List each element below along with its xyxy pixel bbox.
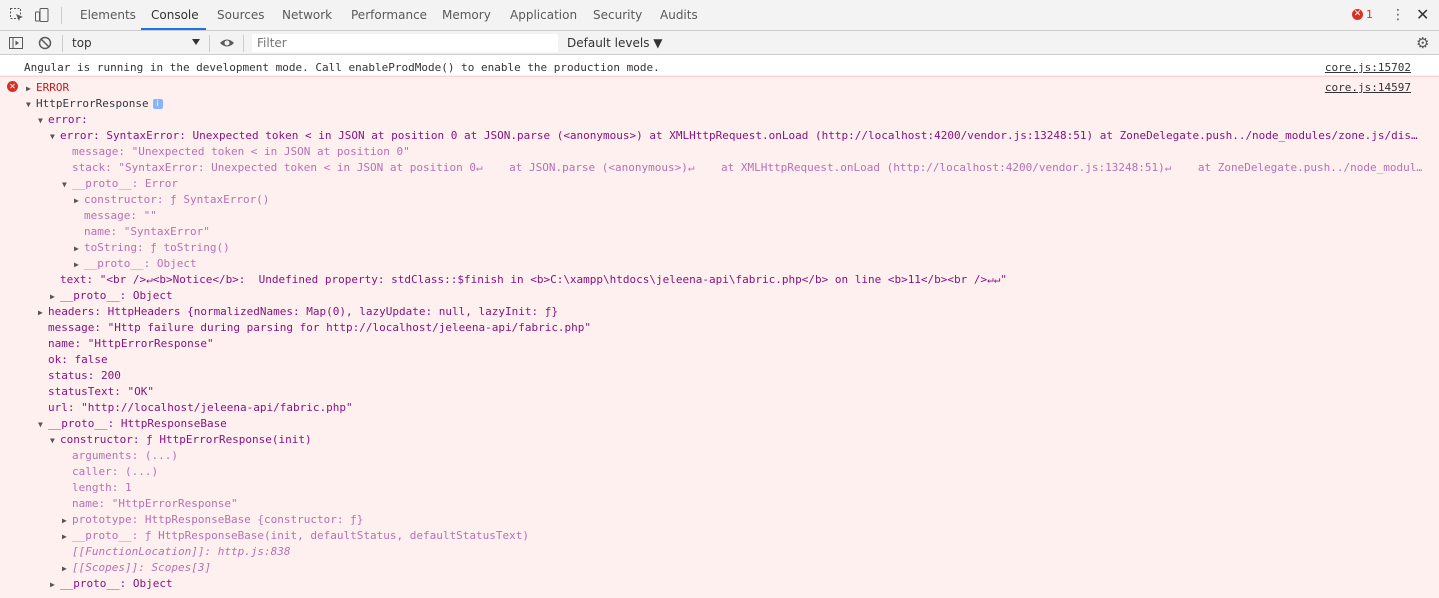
toolbar-divider xyxy=(209,35,210,52)
tree-row: message: "Http failure during parsing fo… xyxy=(48,321,592,334)
devtools-tabbar: Elements Console Sources Network Perform… xyxy=(0,0,1439,31)
error-source-link[interactable]: core.js:14597 xyxy=(1325,80,1411,96)
tab-console[interactable]: Console xyxy=(151,0,199,31)
tree-row: name: "HttpErrorResponse" xyxy=(48,337,214,350)
console-message-error: ✕ core.js:14597 ▶ ERROR ▼ HttpErrorRespons… xyxy=(0,76,1439,598)
tree-row[interactable]: ▶ __proto__: Object xyxy=(50,576,173,592)
inspect-element-icon[interactable] xyxy=(9,7,25,23)
gear-icon[interactable]: ⚙ xyxy=(1416,35,1429,51)
device-toolbar-icon[interactable] xyxy=(34,7,50,23)
expand-triangle-icon[interactable]: ▶ xyxy=(62,513,72,528)
expand-triangle-icon[interactable]: ▶ xyxy=(62,561,72,576)
collapse-triangle-icon[interactable]: ▼ xyxy=(50,129,60,144)
filter-input[interactable] xyxy=(252,34,558,52)
tree-row[interactable]: ▶ toString: ƒ toString() xyxy=(74,240,230,256)
tree-row[interactable]: ▶ constructor: ƒ SyntaxError() xyxy=(74,192,269,208)
expand-triangle-icon[interactable]: ▶ xyxy=(26,81,36,96)
tab-network[interactable]: Network xyxy=(282,0,332,31)
tree-row: length: 1 xyxy=(72,481,132,494)
tree-row[interactable]: arguments: (...) xyxy=(72,448,178,464)
tree-row[interactable]: ▶ prototype: HttpResponseBase {constructo… xyxy=(62,512,363,528)
toolbar-divider xyxy=(62,35,63,52)
console-output: Angular is running in the development mo… xyxy=(0,56,1439,598)
tree-row: url: "http://localhost/jeleena-api/fabri… xyxy=(48,401,353,414)
tree-row: ok: false xyxy=(48,353,108,366)
info-message-text: Angular is running in the development mo… xyxy=(24,61,660,74)
tab-security[interactable]: Security xyxy=(593,0,642,31)
function-location-row[interactable]: [[FunctionLocation]]: http.js:838 xyxy=(72,544,291,560)
tab-sources[interactable]: Sources xyxy=(217,0,264,31)
collapse-triangle-icon[interactable]: ▼ xyxy=(26,97,36,112)
tree-row[interactable]: ▼ HttpErrorResponse i xyxy=(26,96,163,112)
tree-row: status: 200 xyxy=(48,369,121,382)
expand-triangle-icon[interactable]: ▶ xyxy=(74,241,84,256)
tree-row[interactable]: caller: (...) xyxy=(72,464,158,480)
tree-row[interactable]: ▼ error: xyxy=(38,112,88,128)
collapse-triangle-icon[interactable]: ▼ xyxy=(50,433,60,448)
info-icon[interactable]: i xyxy=(152,99,163,109)
expand-triangle-icon[interactable]: ▶ xyxy=(50,289,60,304)
tree-row: message: "Unexpected token < in JSON at … xyxy=(72,145,410,158)
more-options-icon[interactable]: ⋮ xyxy=(1391,8,1405,22)
log-levels-select[interactable]: Default levels ▼ xyxy=(567,31,663,55)
active-tab-indicator xyxy=(141,28,206,30)
tree-row[interactable]: ▶ [[Scopes]]: Scopes[3] xyxy=(62,560,211,576)
tree-row[interactable]: ▶ __proto__: Object xyxy=(74,256,197,272)
show-sidebar-icon[interactable] xyxy=(8,35,24,51)
expand-triangle-icon[interactable]: ▶ xyxy=(62,529,72,544)
info-source-link[interactable]: core.js:15702 xyxy=(1325,60,1411,76)
expand-triangle-icon[interactable]: ▶ xyxy=(38,305,48,320)
clear-console-icon[interactable] xyxy=(37,35,53,51)
console-toolbar: top Default levels ▼ ⚙ xyxy=(0,31,1439,55)
live-expression-eye-icon[interactable] xyxy=(219,35,235,51)
tree-row[interactable]: ▶ __proto__: ƒ HttpResponseBase(init, def… xyxy=(62,528,529,544)
tree-row: message: "" xyxy=(84,209,157,222)
tree-row: statusText: "OK" xyxy=(48,385,154,398)
tab-elements[interactable]: Elements xyxy=(80,0,136,31)
error-count-icon[interactable]: ✕ xyxy=(1352,9,1363,20)
collapse-triangle-icon[interactable]: ▼ xyxy=(38,113,48,128)
toolbar-divider xyxy=(243,35,244,52)
error-icon: ✕ xyxy=(7,81,18,92)
tree-row[interactable]: ▶ __proto__: Object xyxy=(50,288,173,304)
tree-row: name: "SyntaxError" xyxy=(84,225,210,238)
tree-row: name: "HttpErrorResponse" xyxy=(72,497,238,510)
close-devtools-icon[interactable]: ✕ xyxy=(1416,6,1429,24)
tab-memory[interactable]: Memory xyxy=(442,0,491,31)
collapse-triangle-icon[interactable]: ▼ xyxy=(38,417,48,432)
tab-audits[interactable]: Audits xyxy=(660,0,698,31)
tree-row[interactable]: ▼ error: SyntaxError: Unexpected token < … xyxy=(50,128,1430,144)
tree-row[interactable]: ▼ __proto__: Error xyxy=(62,176,178,192)
tree-row[interactable]: ▼ constructor: ƒ HttpErrorResponse(init) xyxy=(50,432,312,448)
tree-row[interactable]: ▶ headers: HttpHeaders {normalizedNames: … xyxy=(38,304,558,320)
tab-application[interactable]: Application xyxy=(510,0,577,31)
collapse-triangle-icon[interactable]: ▼ xyxy=(62,177,72,192)
toolbar-divider xyxy=(61,7,62,24)
expand-triangle-icon[interactable]: ▶ xyxy=(74,257,84,272)
error-count[interactable]: 1 xyxy=(1366,8,1373,22)
execution-context-select[interactable]: top xyxy=(72,31,92,55)
expand-triangle-icon[interactable]: ▶ xyxy=(74,193,84,208)
tree-row: text: "<br />↵<b>Notice</b>: Undefined p… xyxy=(60,273,1008,286)
chevron-down-icon[interactable] xyxy=(192,39,200,45)
tree-row-error[interactable]: ▶ ERROR xyxy=(26,80,69,96)
expand-triangle-icon[interactable]: ▶ xyxy=(50,577,60,592)
tree-row: stack: "SyntaxError: Unexpected token < … xyxy=(72,161,1422,174)
tree-row[interactable]: ▼ __proto__: HttpResponseBase xyxy=(38,416,227,432)
tab-performance[interactable]: Performance xyxy=(351,0,427,31)
console-message-info: Angular is running in the development mo… xyxy=(0,60,1439,76)
